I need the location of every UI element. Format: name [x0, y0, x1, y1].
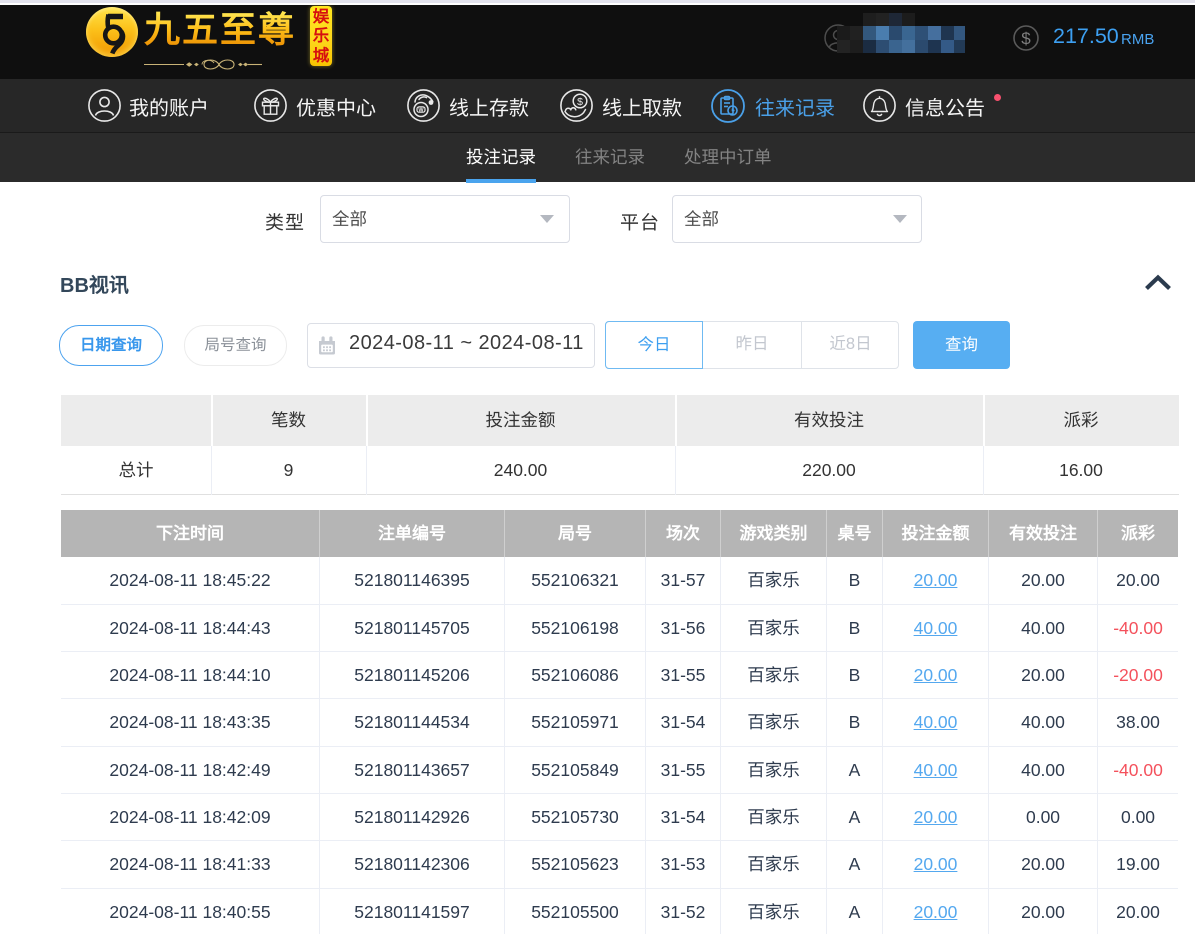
svg-text:W: W: [418, 108, 424, 114]
svg-text:$: $: [1021, 29, 1031, 48]
svg-text:$: $: [577, 96, 583, 108]
